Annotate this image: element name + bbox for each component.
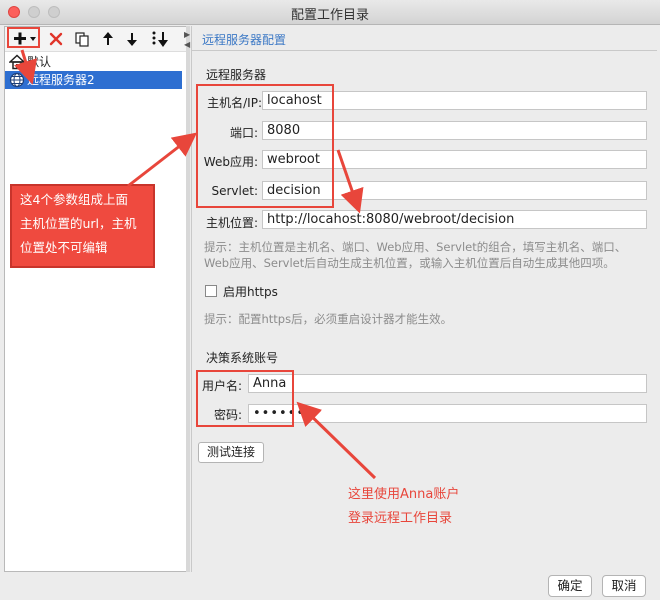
arrow-up-icon — [103, 32, 113, 45]
sort-button[interactable] — [149, 29, 171, 49]
title-bar: 配置工作目录 — [0, 0, 660, 25]
move-up-button[interactable] — [99, 29, 117, 49]
home-icon — [9, 54, 25, 70]
username-input[interactable]: Anna — [248, 374, 647, 393]
collapse-arrows-icon[interactable]: ▶ ◀ — [184, 30, 190, 50]
tree-item-label: 默认 — [27, 55, 52, 69]
highlight-account — [196, 370, 294, 427]
tree-item-label: 远程服务器2 — [27, 73, 95, 87]
copy-button[interactable] — [73, 29, 91, 49]
window-title: 配置工作目录 — [290, 8, 369, 23]
section-remote-server: 远程服务器 — [206, 68, 267, 82]
sort-down-icon — [152, 31, 168, 47]
panel-title: 远程服务器配置 — [202, 33, 287, 47]
location-input: http://locahost:8080/webroot/decision — [262, 210, 647, 229]
tree-item-default[interactable]: 默认 — [5, 53, 186, 71]
annotation-account-note: 这里使用Anna账户 登录远程工作目录 — [348, 483, 459, 531]
section-account: 决策系统账号 — [206, 351, 279, 365]
tree-item-remote-server-2[interactable]: 远程服务器2 — [5, 71, 182, 89]
https-label[interactable]: 启用https — [223, 283, 278, 300]
hint-location-line2: Web应用、Servlet后自动生成主机位置，或输入主机位置后自动生成其他四项。 — [204, 256, 615, 270]
copy-icon — [75, 32, 89, 47]
annotation-url-note: 这4个参数组成上面 主机位置的url，主机 位置处不可编辑 — [10, 184, 155, 268]
highlight-add-button — [7, 27, 40, 48]
globe-icon — [9, 72, 25, 88]
password-input[interactable]: •••••• — [248, 404, 647, 423]
directory-list-panel: 默认 远程服务器2 — [4, 26, 187, 572]
annotation-line: 主机位置的url，主机 — [20, 216, 137, 231]
hint-https: 提示：配置https后，必须重启设计器才能生效。 — [204, 312, 453, 326]
ok-button[interactable]: 确定 — [548, 575, 592, 597]
arrow-down-icon — [127, 33, 137, 46]
hint-location-line1: 提示：主机位置是主机名、端口、Web应用、Servlet的组合，填写主机名、端口… — [204, 240, 627, 254]
red-x-icon — [49, 32, 63, 46]
annotation-line: 这里使用Anna账户 — [348, 487, 460, 502]
panel-splitter[interactable] — [186, 26, 190, 572]
location-label: 主机位置: — [205, 216, 258, 230]
delete-button[interactable] — [47, 29, 65, 49]
https-checkbox[interactable] — [205, 285, 217, 297]
annotation-line: 登录远程工作目录 — [348, 511, 453, 526]
annotation-line: 这4个参数组成上面 — [20, 192, 128, 207]
annotation-line: 位置处不可编辑 — [20, 240, 108, 255]
divider — [192, 50, 657, 51]
cancel-button[interactable]: 取消 — [602, 575, 646, 597]
test-connection-button[interactable]: 测试连接 — [198, 442, 264, 463]
directory-tree: 默认 远程服务器2 — [5, 53, 186, 89]
highlight-url-params — [196, 84, 334, 208]
move-down-button[interactable] — [123, 29, 141, 49]
